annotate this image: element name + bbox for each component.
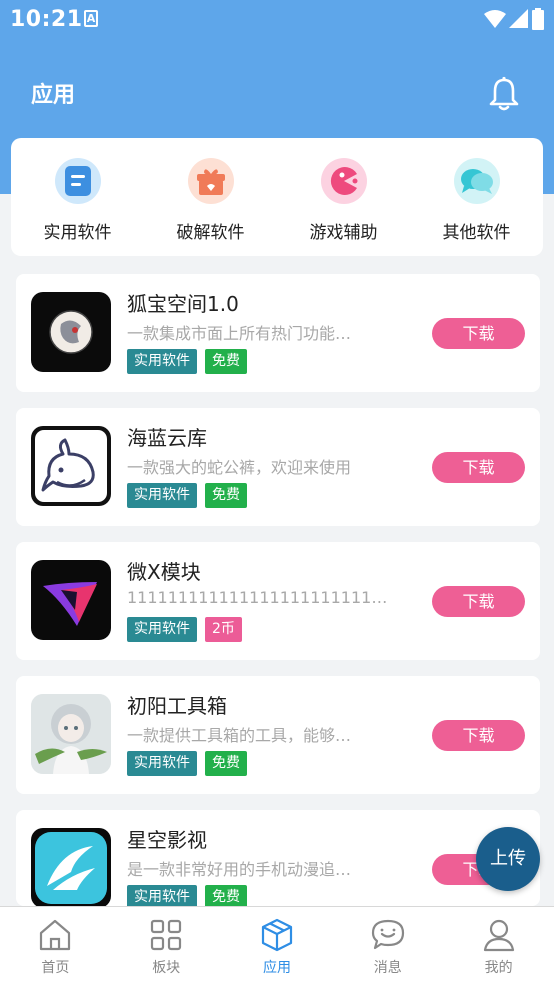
app-icon-chuyang xyxy=(31,694,111,774)
app-tags: 实用软件 免费 xyxy=(127,751,247,776)
wifi-icon xyxy=(484,10,506,28)
message-icon xyxy=(371,919,404,950)
nav-boards[interactable]: 板块 xyxy=(111,907,222,984)
download-button[interactable]: 下载 xyxy=(432,720,525,751)
nav-profile[interactable]: 我的 xyxy=(443,907,554,984)
category-card: 实用软件 破解软件 游戏辅助 其他软件 xyxy=(11,138,543,256)
grid-icon xyxy=(151,919,182,951)
category-tag: 实用软件 xyxy=(127,617,197,642)
signal-icon xyxy=(509,9,528,28)
nav-label: 首页 xyxy=(41,960,70,976)
app-description: 一款集成市面上所有热门功能… xyxy=(127,324,352,343)
nav-label: 应用 xyxy=(262,960,291,976)
app-name: 星空影视 xyxy=(127,828,207,852)
download-button[interactable]: 下载 xyxy=(432,452,525,483)
app-description: 一款提供工具箱的工具，能够… xyxy=(127,726,352,745)
app-icon-xingkong xyxy=(31,828,111,908)
price-tag: 免费 xyxy=(205,349,247,374)
notification-icon: A xyxy=(84,10,98,27)
category-tag: 实用软件 xyxy=(127,483,197,508)
category-other[interactable]: 其他软件 xyxy=(422,158,532,243)
status-time: 10:21 xyxy=(10,7,83,32)
app-name: 微X模块 xyxy=(127,560,201,584)
category-label: 破解软件 xyxy=(176,223,245,243)
app-tags: 实用软件 免费 xyxy=(127,349,247,374)
nav-label: 我的 xyxy=(484,960,513,976)
app-card[interactable]: 星空影视 是一款非常好用的手机动漫追… 实用软件 免费 下载 xyxy=(16,810,540,910)
app-card[interactable]: 微X模块 1111111111111111111111111… 实用软件 2币 … xyxy=(16,542,540,660)
status-icons xyxy=(484,8,544,30)
app-description: 1111111111111111111111111… xyxy=(127,588,389,607)
price-tag: 免费 xyxy=(205,483,247,508)
battery-icon xyxy=(532,8,544,30)
page-title: 应用 xyxy=(31,83,76,108)
status-bar: 10:21 A xyxy=(0,0,554,38)
app-card[interactable]: 狐宝空间1.0 一款集成市面上所有热门功能… 实用软件 免费 下载 xyxy=(16,274,540,392)
category-label: 游戏辅助 xyxy=(309,223,378,243)
app-icon-hailan xyxy=(31,426,111,506)
category-game[interactable]: 游戏辅助 xyxy=(289,158,399,243)
app-tags: 实用软件 2币 xyxy=(127,617,242,642)
app-tags: 实用软件 免费 xyxy=(127,483,247,508)
category-tag: 实用软件 xyxy=(127,349,197,374)
box-icon xyxy=(261,918,293,952)
app-icon-weix xyxy=(31,560,111,640)
upload-button[interactable]: 上传 xyxy=(476,827,540,891)
category-label: 实用软件 xyxy=(43,223,112,243)
category-tag: 实用软件 xyxy=(127,751,197,776)
nav-messages[interactable]: 消息 xyxy=(332,907,443,984)
app-name: 海蓝云库 xyxy=(127,426,207,450)
app-card[interactable]: 初阳工具箱 一款提供工具箱的工具，能够… 实用软件 免费 下载 xyxy=(16,676,540,794)
app-name: 初阳工具箱 xyxy=(127,694,227,718)
app-description: 一款强大的蛇公裤，欢迎来使用 xyxy=(127,458,352,477)
nav-home[interactable]: 首页 xyxy=(0,907,111,984)
app-name: 狐宝空间1.0 xyxy=(127,292,239,316)
download-button[interactable]: 下载 xyxy=(432,318,525,349)
gift-icon xyxy=(187,158,234,204)
nav-apps[interactable]: 应用 xyxy=(222,907,333,984)
home-icon xyxy=(40,919,71,951)
nav-label: 板块 xyxy=(152,960,181,976)
price-tag: 2币 xyxy=(205,617,242,642)
app-card[interactable]: 海蓝云库 一款强大的蛇公裤，欢迎来使用 实用软件 免费 下载 xyxy=(16,408,540,526)
category-cracked[interactable]: 破解软件 xyxy=(156,158,266,243)
nav-label: 消息 xyxy=(373,960,402,976)
app-icon-hubao xyxy=(31,292,111,372)
doc-icon xyxy=(54,158,101,204)
download-button[interactable]: 下载 xyxy=(432,586,525,617)
chat-icon xyxy=(453,158,500,204)
category-label: 其他软件 xyxy=(442,223,511,243)
category-practical[interactable]: 实用软件 xyxy=(23,158,133,243)
game-icon xyxy=(320,158,367,204)
app-description: 是一款非常好用的手机动漫追… xyxy=(127,860,352,879)
bottom-nav: 首页 板块 应用 消息 我的 xyxy=(0,906,554,984)
bell-icon[interactable] xyxy=(484,74,524,114)
user-icon xyxy=(483,919,514,952)
price-tag: 免费 xyxy=(205,751,247,776)
